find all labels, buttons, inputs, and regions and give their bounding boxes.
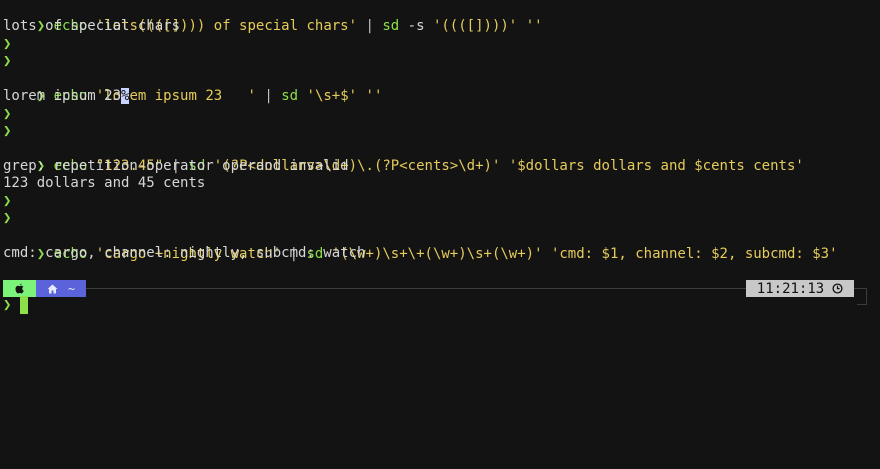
clock-time: 11:21:13 xyxy=(756,280,825,297)
empty-prompt: ❯ xyxy=(3,210,12,226)
clock-icon xyxy=(832,283,843,294)
sd-replacement: '$dollars dollars and $cents cents' xyxy=(508,158,804,174)
prompt-status-bar: ~ 11:21:13 xyxy=(0,280,880,305)
command-line-2: ❯ echo 'lorem ipsum 23 ' | sd '\s+$' '' xyxy=(3,69,383,104)
status-divider-end xyxy=(866,288,867,305)
empty-prompt: ❯ xyxy=(3,123,12,139)
home-icon xyxy=(47,284,58,293)
apple-icon xyxy=(15,283,24,293)
active-prompt: ❯ xyxy=(3,297,12,313)
os-segment xyxy=(3,280,36,297)
empty-prompt: ❯ xyxy=(3,53,12,69)
terminal-cursor[interactable] xyxy=(20,296,28,314)
partial-line-marker: % xyxy=(121,88,130,104)
output-line-4: 123 dollars and 45 cents xyxy=(3,175,206,191)
command-line-1: ❯ echo 'lots((([]))) of special chars' |… xyxy=(3,0,543,34)
output-line-1: lots of special chars xyxy=(3,18,181,34)
pipe-operator: | xyxy=(264,88,273,104)
sd-pattern: '((([])))' xyxy=(432,18,518,34)
path-segment: ~ xyxy=(36,280,86,297)
output-text: lorem ipsum 23 xyxy=(3,88,122,104)
sd-replacement: 'cmd: $1, channel: $2, subcmd: $3' xyxy=(550,246,838,262)
output-line-2: lorem ipsum 23% xyxy=(3,87,130,105)
empty-prompt: ❯ xyxy=(3,36,12,52)
status-divider-tail xyxy=(857,304,867,305)
command-line-4: ❯ echo 'cargo +nightly watch' | sd '(\w+… xyxy=(3,227,838,262)
sd-replacement: '' xyxy=(525,18,543,34)
path-text: ~ xyxy=(67,281,76,296)
sd-pattern: '\s+$' xyxy=(306,88,358,104)
terminal-window[interactable]: ❯ echo 'lots((([]))) of special chars' |… xyxy=(0,0,880,469)
sd-flags: -s xyxy=(407,18,425,34)
output-line-5: cmd: cargo, channel: nightly, subcmd: wa… xyxy=(3,245,366,261)
command-line-3: ❯ echo "123.45" | sd '(?P<dollars>\d+)\.… xyxy=(3,139,804,174)
command-sd: sd xyxy=(382,18,400,34)
empty-prompt: ❯ xyxy=(3,106,12,122)
time-segment: 11:21:13 xyxy=(746,280,854,297)
command-sd: sd xyxy=(281,88,299,104)
pipe-operator: | xyxy=(365,18,374,34)
sd-replacement: '' xyxy=(365,88,383,104)
output-line-3: grep: repetition-operator operand invali… xyxy=(3,158,349,174)
empty-prompt: ❯ xyxy=(3,193,12,209)
